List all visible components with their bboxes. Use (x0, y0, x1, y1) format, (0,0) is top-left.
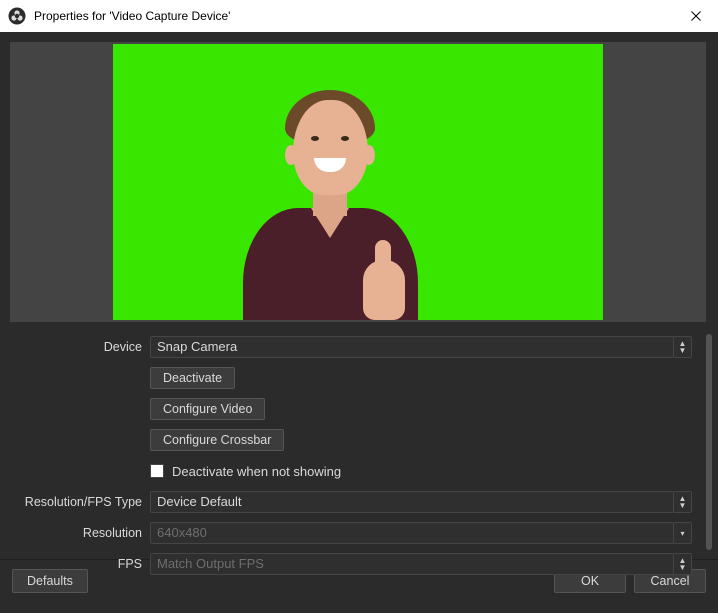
resolution-label: Resolution (10, 526, 150, 540)
updown-icon: ▲▼ (674, 491, 692, 513)
configure-crossbar-button[interactable]: Configure Crossbar (150, 429, 284, 451)
updown-icon: ▲▼ (674, 553, 692, 575)
resolution-fps-type-label: Resolution/FPS Type (10, 495, 150, 509)
close-button[interactable] (674, 0, 718, 32)
configure-video-button[interactable]: Configure Video (150, 398, 265, 420)
resolution-value: 640x480 (157, 522, 207, 544)
dialog-body: Device Snap Camera ▲▼ Deactivate Configu… (0, 32, 718, 613)
form-scrollbar[interactable] (706, 334, 712, 550)
preview-person (213, 90, 433, 320)
deactivate-when-not-showing-checkbox[interactable] (150, 464, 164, 478)
resolution-select[interactable]: 640x480 ▾ (150, 522, 692, 544)
resolution-fps-type-value: Device Default (157, 491, 242, 513)
device-select-value: Snap Camera (157, 336, 237, 358)
video-preview-frame (10, 42, 706, 322)
resolution-fps-type-select[interactable]: Device Default ▲▼ (150, 491, 692, 513)
deactivate-button[interactable]: Deactivate (150, 367, 235, 389)
video-preview (113, 44, 603, 320)
title-bar: Properties for 'Video Capture Device' (0, 0, 718, 32)
deactivate-when-not-showing-label: Deactivate when not showing (172, 464, 341, 479)
fps-select[interactable]: Match Output FPS ▲▼ (150, 553, 692, 575)
device-select[interactable]: Snap Camera ▲▼ (150, 336, 692, 358)
chevron-down-icon: ▾ (674, 522, 692, 544)
updown-icon: ▲▼ (674, 336, 692, 358)
app-logo-icon (8, 7, 26, 25)
fps-value: Match Output FPS (157, 553, 264, 575)
close-icon (691, 11, 701, 21)
preview-area (0, 32, 718, 326)
properties-form: Device Snap Camera ▲▼ Deactivate Configu… (0, 326, 718, 559)
fps-label: FPS (10, 557, 150, 571)
device-label: Device (10, 340, 150, 354)
window-title: Properties for 'Video Capture Device' (34, 9, 674, 23)
